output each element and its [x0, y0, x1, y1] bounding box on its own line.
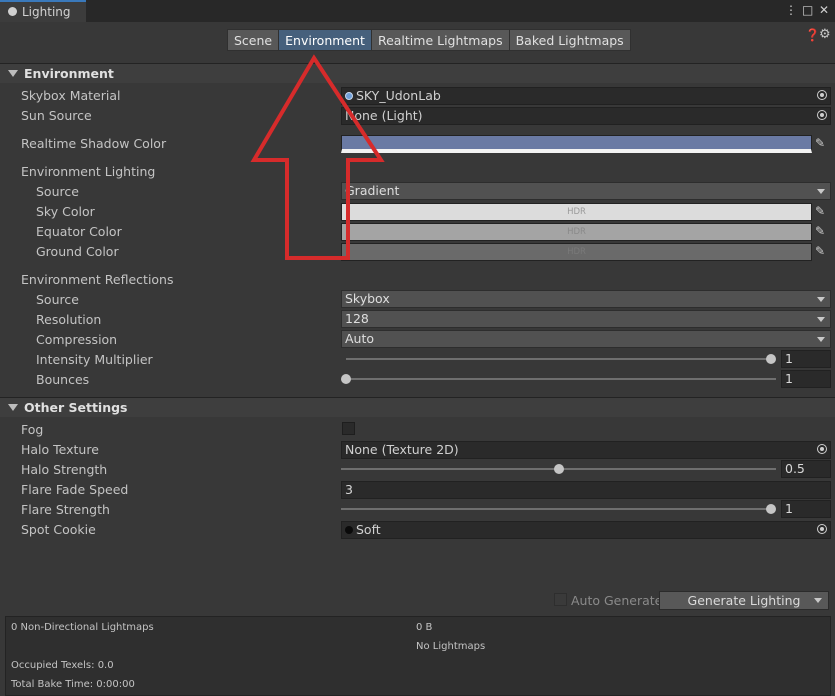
annotation-arrow [250, 54, 385, 260]
red-up-arrow-shape [250, 54, 385, 260]
